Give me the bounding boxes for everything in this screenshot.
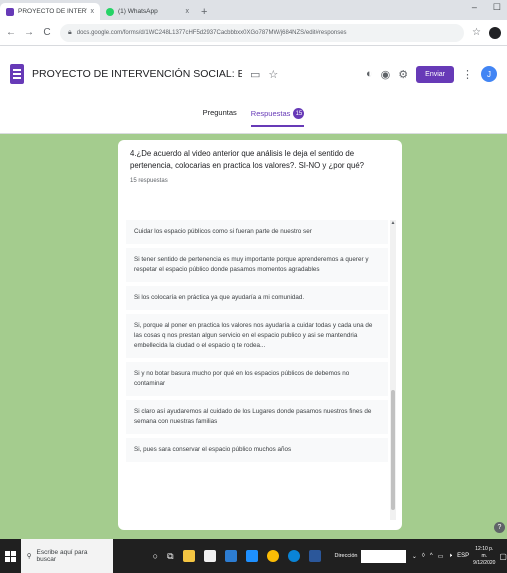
tab-responses[interactable]: Respuestas 15 [250, 108, 305, 127]
address-bar: ← → C 🔒︎ docs.google.com/forms/d/1WC248L… [0, 20, 507, 46]
list-item: Si, porque al poner en practica los valo… [126, 314, 388, 358]
list-item: Cuidar los espacio públicos como si fuer… [126, 220, 388, 244]
main-content: 4.¿De acuerdo al video anterior que anál… [0, 134, 507, 539]
chevron-down-icon[interactable]: ⌄ [412, 553, 417, 560]
taskbar-search-placeholder: Escribe aquí para buscar [36, 549, 88, 563]
forward-arrow-icon[interactable]: → [24, 27, 34, 38]
response-count: 15 respuestas [130, 178, 168, 184]
search-icon: ⚲ [26, 553, 32, 560]
file-explorer-icon[interactable] [182, 550, 195, 562]
list-item: Si claro así ayudaremos al cuidado de lo… [126, 400, 388, 434]
question-summary-card: 4.¿De acuerdo al video anterior que anál… [118, 140, 402, 530]
window-controls: – ☐ [472, 2, 501, 13]
list-item: Si, pues sara conservar el espacio públi… [126, 438, 388, 462]
forms-header: PROYECTO DE INTERVENCIÓN SOCIAL: ESTRATE… [0, 46, 507, 134]
settings-gear-icon[interactable]: ⚙ [398, 68, 408, 81]
whatsapp-favicon-icon [106, 7, 114, 16]
send-button[interactable]: Enviar [416, 65, 454, 83]
chevron-up-icon[interactable]: ^ [430, 553, 433, 559]
notification-icon[interactable]: ▢ [499, 552, 507, 561]
responses-list[interactable]: Cuidar los espacio públicos como si fuer… [126, 220, 388, 520]
url-input[interactable]: 🔒︎ docs.google.com/forms/d/1WC248L1377cH… [60, 23, 465, 42]
volume-icon[interactable]: 🕨︎ [448, 553, 452, 560]
list-item: Si tener sentido de pertenencia es muy i… [126, 248, 388, 282]
clock-date: 9/12/2020 [473, 559, 496, 566]
taskbar-apps: ○ ⧉ [113, 550, 321, 562]
more-vert-icon[interactable]: ⋮ [462, 68, 473, 81]
profile-avatar[interactable] [489, 26, 501, 39]
form-title[interactable]: PROYECTO DE INTERVENCIÓN SOCIAL: ESTRATE… [32, 68, 242, 80]
list-item: Si y no botar basura mucho por qué en lo… [126, 362, 388, 396]
network-icon[interactable]: ▭ [438, 553, 444, 560]
new-tab-button[interactable]: + [195, 6, 213, 20]
maximize-button[interactable]: ☐ [493, 2, 501, 13]
start-button[interactable] [0, 539, 21, 573]
clock-time: 12:10 p. m. [475, 545, 494, 559]
address-toolbar-label: Dirección [334, 553, 358, 559]
windows-logo-icon [4, 550, 16, 562]
star-icon[interactable]: ☆ [268, 68, 278, 81]
system-tray: ⌄ ◊ ^ ▭ 🕨︎ ESP [412, 553, 469, 560]
url-text: docs.google.com/forms/d/1WC248L1377cHF5d… [76, 29, 347, 36]
tab-title: PROYECTO DE INTERVENCIÓN S [18, 8, 87, 15]
refresh-icon[interactable]: ◊ [422, 553, 425, 559]
tab-questions-label: Preguntas [202, 108, 237, 117]
back-arrow-icon[interactable]: ← [6, 27, 16, 38]
store-bag-icon[interactable] [203, 550, 216, 562]
preview-eye-icon[interactable]: ◉ [381, 68, 391, 81]
google-forms-logo-icon[interactable] [10, 64, 24, 84]
windows-taskbar: ⚲ Escribe aquí para buscar ○ ⧉ Dirección… [0, 539, 507, 573]
browser-tab-strip: PROYECTO DE INTERVENCIÓN S x (1) WhatsAp… [0, 0, 507, 20]
tab-title: (1) WhatsApp [118, 8, 158, 15]
close-tab-icon[interactable]: x [91, 8, 95, 15]
photos-icon[interactable] [245, 550, 258, 562]
task-view-icon[interactable]: ⧉ [167, 551, 173, 562]
cortana-circle-icon[interactable]: ○ [153, 551, 158, 561]
language-icon[interactable]: ESP [457, 553, 469, 559]
form-tabs: Preguntas Respuestas 15 [0, 102, 507, 134]
list-item: Si los colocaría en práctica ya que ayud… [126, 286, 388, 310]
word-icon[interactable] [308, 550, 321, 562]
taskbar-search[interactable]: ⚲ Escribe aquí para buscar [20, 539, 113, 573]
minimize-button[interactable]: – [472, 2, 477, 13]
address-toolbar-input[interactable] [361, 549, 406, 563]
question-text: 4.¿De acuerdo al video anterior que anál… [130, 149, 365, 170]
responses-count-badge: 15 [293, 108, 305, 119]
edge-icon[interactable] [287, 550, 300, 562]
chrome-icon[interactable] [266, 550, 279, 562]
reload-icon[interactable]: C [42, 27, 52, 38]
scroll-up-arrow-icon[interactable]: ▲ [390, 220, 396, 226]
tab-questions[interactable]: Preguntas [203, 108, 237, 123]
account-avatar[interactable]: J [481, 66, 497, 82]
responses-scrollbar[interactable]: ▲ [390, 220, 396, 520]
help-question-icon[interactable]: ? [494, 522, 505, 533]
browser-tab-forms[interactable]: PROYECTO DE INTERVENCIÓN S x [0, 3, 100, 20]
close-tab-icon[interactable]: x [186, 8, 190, 15]
lock-icon: 🔒︎ [68, 28, 72, 36]
folder-icon[interactable]: ▭ [250, 68, 260, 81]
palette-icon[interactable]: ◐ [366, 68, 373, 80]
bookmark-star-icon[interactable]: ☆ [472, 27, 481, 38]
app-icon[interactable] [224, 550, 237, 562]
google-forms-favicon-icon [6, 7, 14, 16]
taskbar-clock[interactable]: 12:10 p. m. 9/12/2020 [473, 546, 495, 567]
tab-responses-label: Respuestas [250, 109, 291, 118]
scrollbar-thumb[interactable] [391, 390, 395, 510]
browser-tab-whatsapp[interactable]: (1) WhatsApp x [100, 3, 195, 20]
